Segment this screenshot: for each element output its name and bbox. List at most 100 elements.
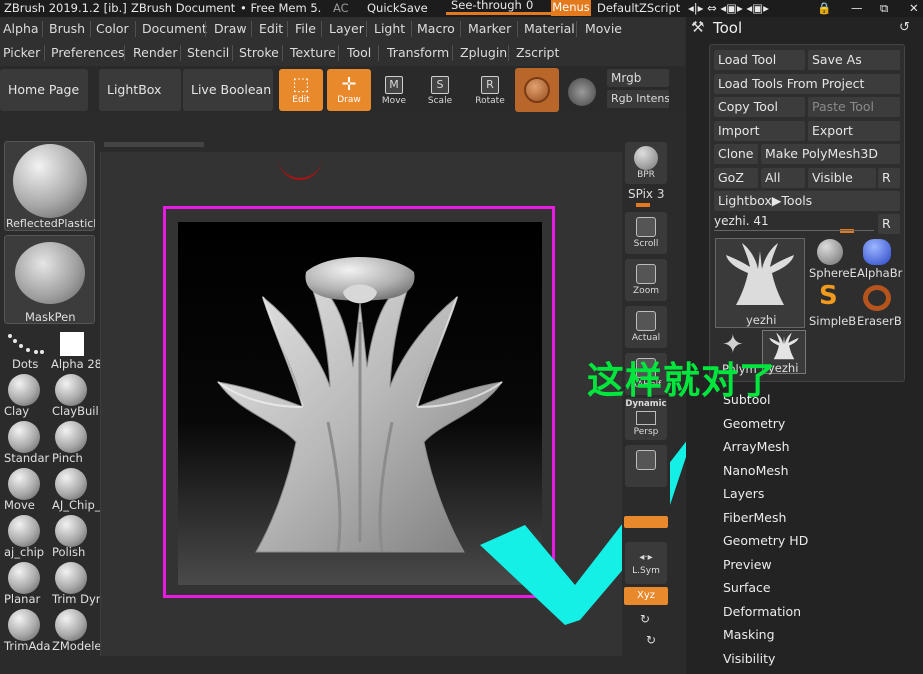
local-button[interactable] xyxy=(624,516,668,528)
brush-button[interactable]: Clay xyxy=(4,372,52,418)
subpalette-item[interactable]: Visibility xyxy=(723,651,775,666)
doc-scrollbar[interactable] xyxy=(104,142,204,147)
subpalette-item[interactable]: Preview xyxy=(723,557,772,572)
subpalette-item[interactable]: FiberMesh xyxy=(723,510,786,525)
menu-macro[interactable]: Macro xyxy=(417,21,455,36)
subpalette-item[interactable]: Surface xyxy=(723,580,771,595)
make-polymesh3d-button[interactable]: Make PolyMesh3D xyxy=(761,144,900,164)
zoom-button[interactable]: Zoom xyxy=(625,259,667,301)
menu-zplugin[interactable]: Zplugin xyxy=(460,45,507,60)
menu-picker[interactable]: Picker xyxy=(3,45,40,60)
rotate-button[interactable]: R Rotate xyxy=(468,71,512,111)
save-as-button[interactable]: Save As xyxy=(808,50,900,70)
menu-stencil[interactable]: Stencil xyxy=(187,45,229,60)
subpalette-item[interactable]: ArrayMesh xyxy=(723,439,790,454)
simplebrush-tool-thumbnail[interactable]: S SimpleB xyxy=(809,281,857,328)
rotate-z-icon[interactable]: ↻ xyxy=(646,633,656,647)
load-tool-button[interactable]: Load Tool xyxy=(714,50,805,70)
brush-button[interactable]: Standar xyxy=(4,419,52,465)
alpha-swatch-icon[interactable] xyxy=(60,332,84,356)
minimize-icon[interactable]: — xyxy=(851,1,863,15)
alphabrush-tool-thumbnail[interactable]: AlphaBr xyxy=(857,237,903,281)
subpalette-item[interactable]: Deformation xyxy=(723,604,801,619)
brush-button[interactable]: Polish xyxy=(52,513,99,559)
menu-material[interactable]: Material xyxy=(524,21,575,36)
menu-layer[interactable]: Layer xyxy=(329,21,364,36)
lightbox-button[interactable]: LightBox xyxy=(99,69,181,111)
bpr-button[interactable]: BPR xyxy=(625,142,667,184)
default-zscript-button[interactable]: DefaultZScript xyxy=(597,1,680,15)
see-through-slider[interactable]: See-through 0 xyxy=(446,0,558,15)
menu-texture[interactable]: Texture xyxy=(290,45,336,60)
subpalette-item[interactable]: Layers xyxy=(723,486,764,501)
maximize-icon[interactable]: ⧉ xyxy=(880,1,888,16)
lightbox-tools-button[interactable]: Lightbox▶Tools xyxy=(714,191,900,211)
mrgb-button[interactable]: Mrgb xyxy=(607,69,669,87)
stroke-dots-icon[interactable] xyxy=(6,332,46,358)
current-tool-thumbnail[interactable]: yezhi xyxy=(715,238,805,328)
menu-tool[interactable]: Tool xyxy=(347,45,371,60)
palette-refresh-icon[interactable]: ↺ xyxy=(899,20,910,35)
all-button[interactable]: All xyxy=(761,168,805,188)
menu-marker[interactable]: Marker xyxy=(468,21,511,36)
current-tool-slider[interactable]: yezhi. 41 xyxy=(714,214,874,233)
subpalette-item[interactable]: NanoMesh xyxy=(723,463,789,478)
import-button[interactable]: Import xyxy=(714,121,805,141)
menus-toggle[interactable]: Menus xyxy=(551,0,591,16)
spix-slider-handle[interactable] xyxy=(636,203,650,207)
brush-button[interactable]: ZModele xyxy=(52,607,101,653)
brush-button[interactable]: Trim Dyn xyxy=(52,560,103,606)
draw-button[interactable]: ✛ Draw xyxy=(327,69,371,111)
eraserbrush-tool-thumbnail[interactable]: EraserB xyxy=(857,283,903,328)
menu-color[interactable]: Color xyxy=(96,21,129,36)
brush-button[interactable]: AJ_Chip_ xyxy=(52,466,101,512)
menu-movie[interactable]: Movie xyxy=(585,21,622,36)
brush-button[interactable]: aj_chip xyxy=(4,513,52,559)
tool-r-button[interactable]: R xyxy=(878,214,900,234)
clone-button[interactable]: Clone xyxy=(714,144,758,164)
brush-thumbnail[interactable]: MaskPen xyxy=(4,235,95,324)
load-tools-from-project-button[interactable]: Load Tools From Project xyxy=(714,74,900,94)
copy-tool-button[interactable]: Copy Tool xyxy=(714,97,805,117)
quicksave-button[interactable]: QuickSave xyxy=(367,1,428,15)
move-button[interactable]: M Move xyxy=(372,71,416,111)
subpalette-item[interactable]: Geometry xyxy=(723,416,785,431)
material-thumbnail[interactable]: ReflectedPlasticB xyxy=(4,141,95,231)
brush-button[interactable]: ClayBuil xyxy=(52,372,99,418)
menu-brush[interactable]: Brush xyxy=(49,21,85,36)
sphere-tool-thumbnail[interactable]: SphereE xyxy=(809,237,857,281)
paste-tool-button[interactable]: Paste Tool xyxy=(808,97,900,117)
goz-button[interactable]: GoZ xyxy=(714,168,758,188)
brush-button[interactable]: Pinch xyxy=(52,419,99,465)
spix-slider[interactable]: SPix 3 xyxy=(628,187,664,201)
menu-stroke[interactable]: Stroke xyxy=(239,45,279,60)
goz-r-button[interactable]: R xyxy=(878,168,900,188)
scale-button[interactable]: S Scale xyxy=(418,71,462,111)
edit-button[interactable]: ⬚ Edit xyxy=(279,69,323,111)
home-page-button[interactable]: Home Page xyxy=(0,69,88,111)
menu-document[interactable]: Document xyxy=(142,21,207,36)
scroll-button[interactable]: Scroll xyxy=(625,212,667,254)
persp-button[interactable]: Dynamic Persp xyxy=(625,398,667,440)
brush-button[interactable]: TrimAda xyxy=(4,607,52,653)
subpalette-item[interactable]: Geometry HD xyxy=(723,533,808,548)
floor-button[interactable] xyxy=(625,445,667,487)
menu-draw[interactable]: Draw xyxy=(214,21,247,36)
live-boolean-button[interactable]: Live Boolean xyxy=(183,69,273,111)
export-button[interactable]: Export xyxy=(808,121,900,141)
material-swatch[interactable] xyxy=(515,68,559,112)
xyz-button[interactable]: Xyz xyxy=(624,587,668,605)
lsym-button[interactable]: ◂·▸ L.Sym xyxy=(625,542,667,584)
brush-button[interactable]: Move xyxy=(4,466,52,512)
menu-zscript[interactable]: Zscript xyxy=(516,45,559,60)
menu-alpha[interactable]: Alpha xyxy=(3,21,39,36)
menu-edit[interactable]: Edit xyxy=(259,21,283,36)
lock-icon[interactable]: 🔒 xyxy=(817,1,831,15)
rgb-intensity-slider[interactable]: Rgb Intens xyxy=(607,90,669,108)
menu-render[interactable]: Render xyxy=(133,45,178,60)
brush-button[interactable]: Planar xyxy=(4,560,52,606)
actual-button[interactable]: Actual xyxy=(625,306,667,348)
rotate-y-icon[interactable]: ↻ xyxy=(640,612,650,626)
menu-file[interactable]: File xyxy=(295,21,316,36)
close-icon[interactable]: ✕ xyxy=(909,1,919,15)
